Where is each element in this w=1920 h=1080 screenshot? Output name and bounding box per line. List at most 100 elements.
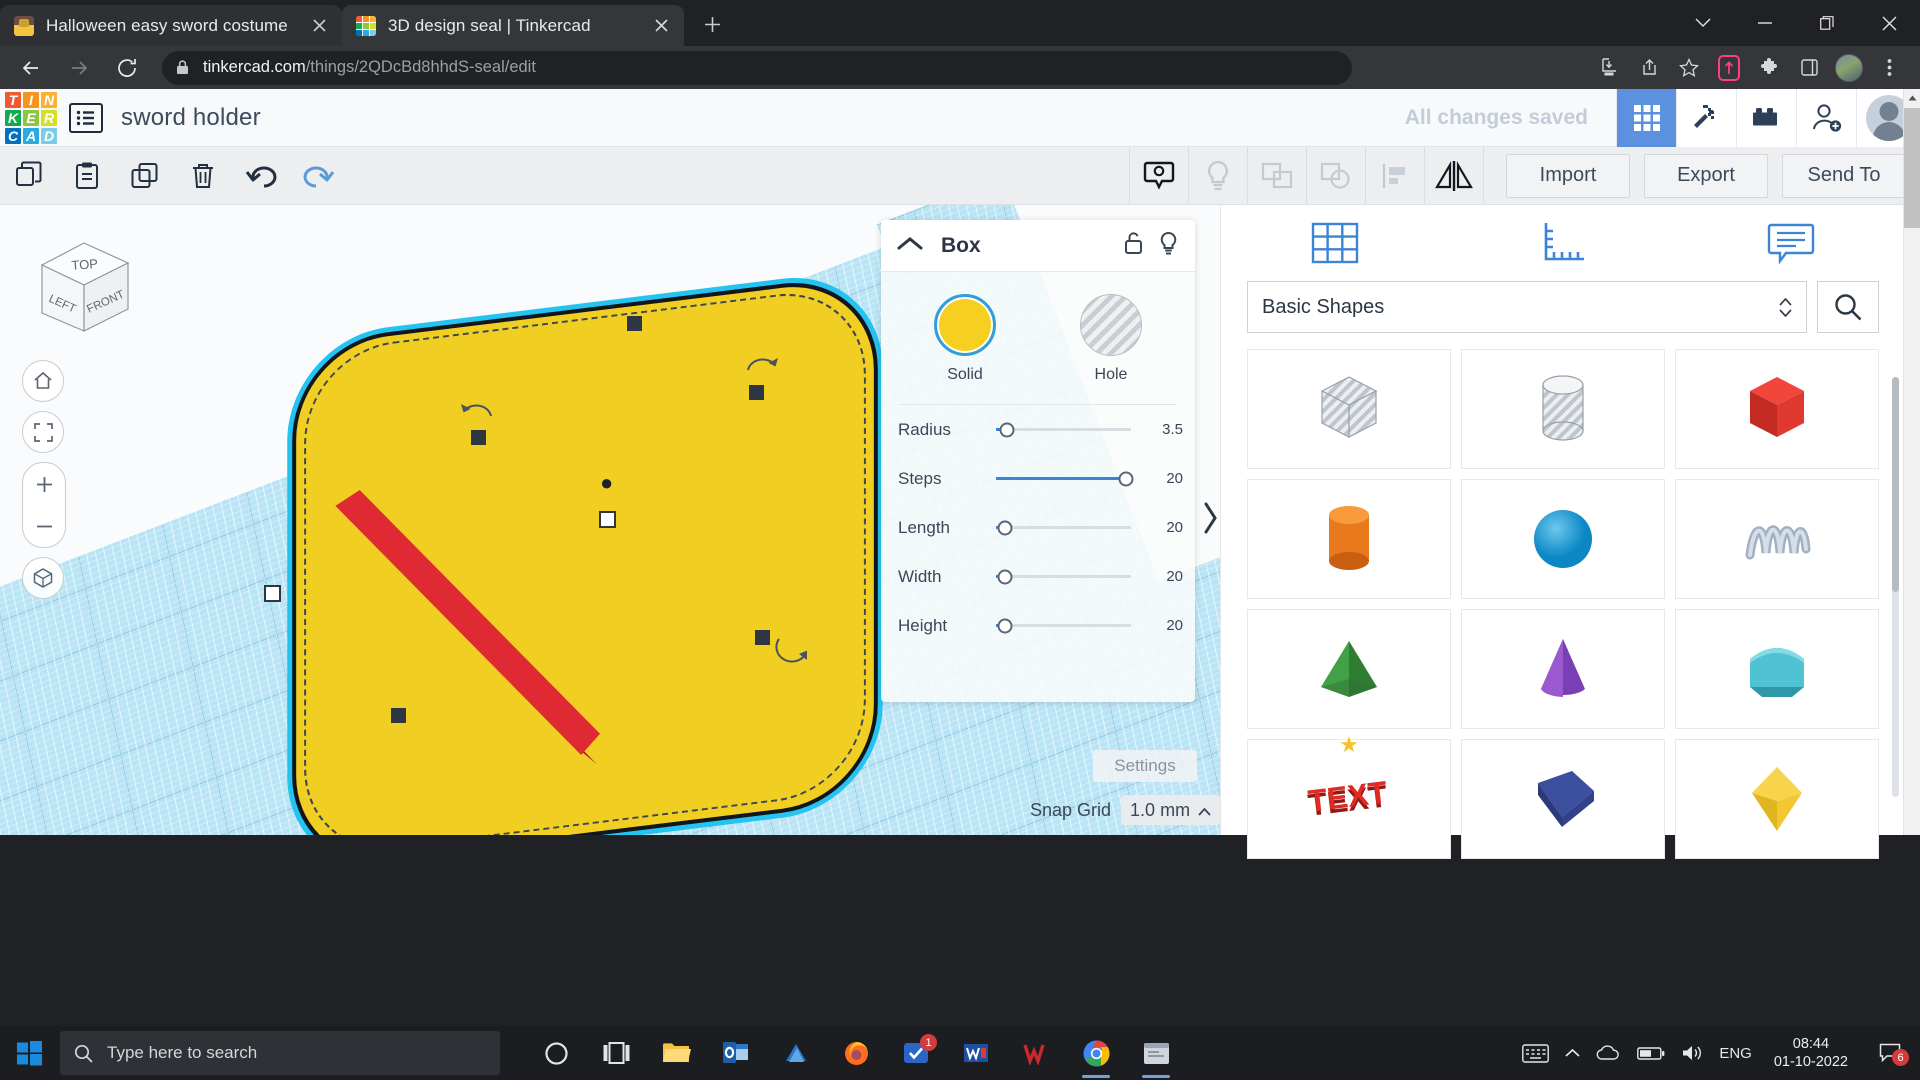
home-view-icon[interactable] — [22, 360, 64, 402]
shape-scribble[interactable] — [1675, 479, 1879, 599]
resize-handle[interactable] — [749, 385, 764, 400]
shape-cylinder-orange[interactable] — [1247, 479, 1451, 599]
chrome-icon[interactable] — [1066, 1026, 1126, 1080]
copy-icon[interactable] — [0, 147, 58, 204]
hole-swatch[interactable] — [1080, 294, 1142, 356]
chevron-up-icon[interactable] — [1565, 1048, 1580, 1058]
duplicate-icon[interactable] — [116, 147, 174, 204]
mode-solid[interactable]: Solid — [919, 294, 1011, 384]
profile-avatar[interactable] — [1830, 49, 1868, 87]
property-value[interactable]: 20 — [1137, 568, 1183, 585]
page-title[interactable]: sword holder — [121, 104, 261, 132]
workplane-handle[interactable] — [264, 585, 281, 602]
rotate-handle-top[interactable] — [745, 350, 781, 381]
cortana-icon[interactable] — [526, 1026, 586, 1080]
new-tab-button[interactable] — [692, 4, 732, 44]
zoom-out-icon[interactable] — [23, 505, 65, 547]
chevron-up-icon[interactable] — [897, 236, 923, 256]
shape-polygon-blue[interactable] — [1461, 739, 1665, 859]
scrollbar-thumb[interactable] — [1904, 108, 1920, 228]
shape-diamond-yellow[interactable] — [1675, 739, 1879, 859]
browser-tab-halloween[interactable]: Halloween easy sword costume — [0, 5, 342, 46]
extensions-puzzle-icon[interactable] — [1750, 49, 1788, 87]
resize-handle[interactable] — [391, 708, 406, 723]
word-alt-icon[interactable] — [946, 1026, 1006, 1080]
chevron-down-icon[interactable] — [1672, 0, 1734, 46]
solid-swatch[interactable] — [934, 294, 996, 356]
snap-grid-dropdown[interactable]: 1.0 mm — [1121, 795, 1220, 825]
rotate-handle-left[interactable] — [460, 395, 494, 426]
shape-box-red[interactable] — [1675, 349, 1879, 469]
send-to-button[interactable]: Send To — [1782, 154, 1906, 198]
radius-slider[interactable] — [996, 428, 1131, 431]
group-icon[interactable] — [1248, 147, 1306, 204]
view-cube[interactable]: TOP LEFT FRONT — [24, 235, 142, 345]
property-value[interactable]: 20 — [1137, 519, 1183, 536]
property-value[interactable]: 3.5 — [1137, 421, 1183, 438]
tinkercad-logo-icon[interactable]: T I N K E R C A D — [3, 90, 59, 146]
shape-cylinder-hole[interactable] — [1461, 349, 1665, 469]
mode-hole[interactable]: Hole — [1065, 294, 1157, 384]
share-icon[interactable] — [1630, 49, 1668, 87]
undo-icon[interactable] — [232, 147, 290, 204]
sidebar-item-shapes[interactable] — [1221, 205, 1449, 281]
sidebar-item-ruler[interactable] — [1449, 205, 1677, 281]
forward-arrow-icon[interactable] — [60, 49, 98, 87]
project-list-icon[interactable] — [69, 103, 103, 133]
browser-tab-tinkercad[interactable]: 3D design seal | Tinkercad — [342, 5, 684, 46]
close-icon[interactable] — [648, 13, 674, 39]
resize-handle[interactable] — [627, 316, 642, 331]
extension-pink-icon[interactable] — [1710, 49, 1748, 87]
scroll-up-icon[interactable] — [1904, 89, 1920, 106]
shape-pyramid-green[interactable] — [1247, 609, 1451, 729]
light-bulb-icon[interactable] — [1189, 147, 1247, 204]
wps-icon[interactable] — [1006, 1026, 1066, 1080]
more-menu-icon[interactable] — [1870, 49, 1908, 87]
battery-icon[interactable] — [1637, 1046, 1665, 1061]
close-icon[interactable] — [306, 13, 332, 39]
grid-apps-icon[interactable] — [1616, 89, 1676, 147]
sidebar-item-notes[interactable] — [1677, 205, 1905, 281]
resize-handle[interactable] — [755, 630, 770, 645]
export-button[interactable]: Export — [1644, 154, 1768, 198]
property-value[interactable]: 20 — [1137, 470, 1183, 487]
shape-box-hole[interactable] — [1247, 349, 1451, 469]
bookmark-star-icon[interactable] — [1670, 49, 1708, 87]
height-slider[interactable] — [996, 624, 1131, 627]
close-icon[interactable] — [1858, 0, 1920, 46]
notification-center-icon[interactable]: 6 — [1870, 1043, 1910, 1063]
fit-to-view-icon[interactable] — [22, 411, 64, 453]
windows-start-icon[interactable] — [0, 1026, 58, 1080]
ortho-perspective-icon[interactable] — [22, 557, 64, 599]
settings-button[interactable]: Settings — [1093, 750, 1197, 782]
firefox-icon[interactable] — [826, 1026, 886, 1080]
zoom-in-icon[interactable] — [23, 463, 65, 505]
page-scrollbar[interactable] — [1903, 89, 1920, 835]
rotate-handle-bottom[interactable] — [773, 633, 811, 668]
todo-icon[interactable]: 1 — [886, 1026, 946, 1080]
mirror-icon[interactable] — [1425, 147, 1483, 204]
clock[interactable]: 08:44 01-10-2022 — [1768, 1035, 1854, 1071]
redo-icon[interactable] — [290, 147, 348, 204]
search-icon[interactable] — [1817, 281, 1879, 333]
show-hide-icon[interactable] — [1130, 147, 1188, 204]
shape-roof-teal[interactable] — [1675, 609, 1879, 729]
restore-icon[interactable] — [1796, 0, 1858, 46]
reload-icon[interactable] — [108, 49, 146, 87]
search-input[interactable]: Type here to search — [60, 1031, 500, 1075]
minimize-icon[interactable] — [1734, 0, 1796, 46]
import-button[interactable]: Import — [1506, 154, 1630, 198]
minecraft-pickaxe-icon[interactable] — [1676, 89, 1736, 147]
chevron-right-icon[interactable] — [1200, 495, 1220, 541]
length-slider[interactable] — [996, 526, 1131, 529]
unlock-icon[interactable] — [1123, 231, 1144, 260]
side-panel-icon[interactable] — [1790, 49, 1828, 87]
lego-brick-icon[interactable] — [1736, 89, 1796, 147]
back-arrow-icon[interactable] — [12, 49, 50, 87]
outlook-icon[interactable] — [706, 1026, 766, 1080]
volume-icon[interactable] — [1681, 1044, 1703, 1062]
invite-user-icon[interactable] — [1796, 89, 1856, 147]
keyboard-icon[interactable] — [1522, 1044, 1549, 1063]
shape-sphere-blue[interactable] — [1461, 479, 1665, 599]
task-view-icon[interactable] — [586, 1026, 646, 1080]
